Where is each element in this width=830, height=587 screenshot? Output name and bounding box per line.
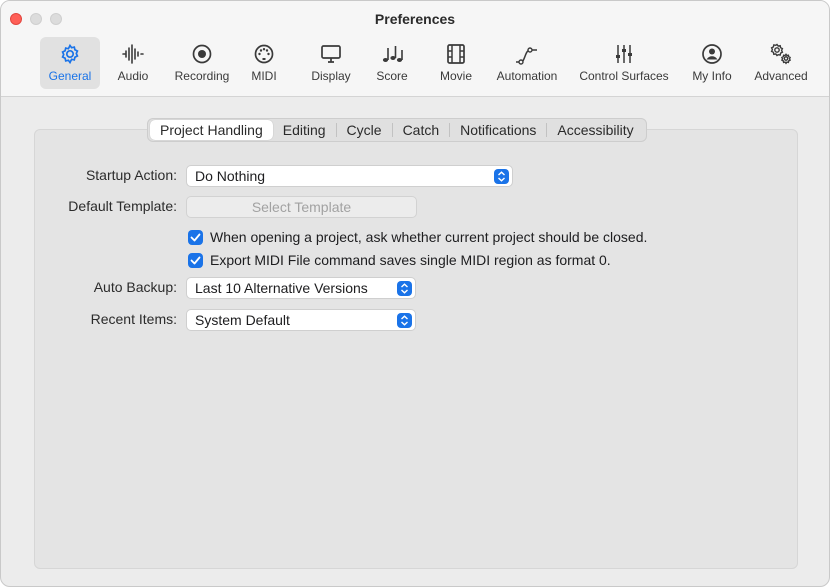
checkbox-checked[interactable] (188, 252, 203, 268)
toolbar-label: MIDI (251, 69, 277, 83)
startup-action-popup[interactable]: Do Nothing (186, 165, 513, 187)
window-title: Preferences (374, 11, 456, 27)
tab-notifications[interactable]: Notifications (450, 120, 546, 140)
chevron-updown-icon (494, 169, 509, 184)
tab-catch[interactable]: Catch (393, 120, 450, 140)
preferences-toolbar: General Audio Recording MIDI Display Sco… (1, 37, 829, 89)
toolbar-label: Automation (496, 69, 558, 83)
toolbar-item-advanced[interactable]: Advanced (745, 37, 817, 89)
startup-action-value: Do Nothing (195, 168, 266, 184)
gear-icon (56, 41, 84, 67)
title-bar: Preferences General Audio Recording MIDI… (1, 1, 829, 97)
settings-panel (34, 129, 798, 569)
auto-backup-popup[interactable]: Last 10 Alternative Versions (186, 277, 416, 299)
tab-editing[interactable]: Editing (273, 120, 336, 140)
waveform-icon (119, 41, 147, 67)
startup-action-label: Startup Action: (85, 167, 177, 183)
midi-port-icon (250, 41, 278, 67)
chevron-updown-icon (397, 313, 412, 328)
music-notes-icon (378, 41, 406, 67)
toolbar-label: Movie (439, 69, 472, 83)
close-project-checkbox-label: When opening a project, ask whether curr… (210, 229, 648, 245)
auto-backup-label: Auto Backup: (93, 279, 177, 295)
auto-backup-value: Last 10 Alternative Versions (195, 280, 368, 296)
checkbox-checked[interactable] (188, 229, 203, 245)
recent-items-value: System Default (195, 312, 290, 328)
close-project-checkbox-row[interactable]: When opening a project, ask whether curr… (188, 229, 647, 245)
export-midi-checkbox-label: Export MIDI File command saves single MI… (210, 252, 611, 268)
recent-items-label: Recent Items: (90, 311, 177, 327)
toolbar-item-display[interactable]: Display (305, 37, 357, 89)
chevron-updown-icon (397, 281, 412, 296)
record-icon (188, 41, 216, 67)
toolbar-label: Audio (117, 69, 149, 83)
toolbar-label: Advanced (754, 69, 808, 83)
gears-icon (767, 41, 795, 67)
select-template-button[interactable]: Select Template (186, 196, 417, 218)
tab-cycle[interactable]: Cycle (337, 120, 392, 140)
export-midi-checkbox-row[interactable]: Export MIDI File command saves single MI… (188, 252, 611, 268)
faders-icon (610, 41, 638, 67)
toolbar-item-midi[interactable]: MIDI (244, 37, 284, 89)
toolbar-item-audio[interactable]: Audio (110, 37, 156, 89)
preferences-window: Preferences General Audio Recording MIDI… (0, 0, 830, 587)
toolbar-item-general[interactable]: General (40, 37, 100, 89)
monitor-icon (317, 41, 345, 67)
toolbar-label: Recording (174, 69, 230, 83)
toolbar-label: Score (376, 69, 408, 83)
toolbar-item-my-info[interactable]: My Info (685, 37, 739, 89)
settings-tab-bar: Project Handling Editing Cycle Catch Not… (147, 118, 647, 142)
toolbar-item-movie[interactable]: Movie (431, 37, 481, 89)
film-icon (442, 41, 470, 67)
automation-curve-icon (513, 41, 541, 67)
toolbar-label: General (48, 69, 92, 83)
tab-accessibility[interactable]: Accessibility (547, 120, 643, 140)
toolbar-item-control-surfaces[interactable]: Control Surfaces (571, 37, 677, 89)
person-icon (698, 41, 726, 67)
toolbar-item-automation[interactable]: Automation (489, 37, 565, 89)
toolbar-label: Display (311, 69, 351, 83)
tab-project-handling[interactable]: Project Handling (150, 120, 273, 140)
toolbar-item-recording[interactable]: Recording (166, 37, 238, 89)
toolbar-item-score[interactable]: Score (369, 37, 415, 89)
toolbar-label: Control Surfaces (579, 69, 669, 83)
default-template-label: Default Template: (68, 198, 177, 214)
recent-items-popup[interactable]: System Default (186, 309, 416, 331)
toolbar-label: My Info (692, 69, 732, 83)
